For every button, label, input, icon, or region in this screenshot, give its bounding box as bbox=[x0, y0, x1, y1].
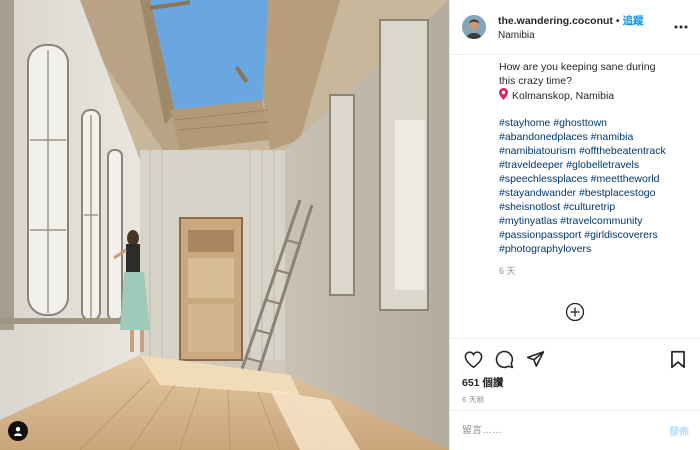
hashtag-link[interactable]: #namibiatourism bbox=[499, 145, 576, 157]
plus-circle-icon bbox=[565, 302, 585, 322]
avatar[interactable] bbox=[462, 15, 486, 39]
hashtag-link[interactable]: #stayandwander bbox=[499, 187, 576, 199]
hashtag-link[interactable]: #abandonedplaces bbox=[499, 131, 588, 143]
hashtag-link[interactable]: #speechlessplaces bbox=[499, 173, 588, 185]
action-row bbox=[462, 348, 689, 370]
post-comment-button[interactable]: 發佈 bbox=[669, 423, 689, 438]
comment-input[interactable] bbox=[462, 425, 669, 436]
hashtag-list: #stayhome #ghosttown #abandonedplaces #na… bbox=[499, 116, 694, 256]
post-actions: 651 個讚 6 天前 bbox=[450, 338, 700, 410]
hashtag-link[interactable]: #traveldeeper bbox=[499, 159, 563, 171]
post-photo[interactable] bbox=[0, 0, 449, 450]
post-timestamp: 6 天前 bbox=[462, 395, 485, 404]
hashtag-line: #sheisnotlost #culturetrip bbox=[499, 200, 694, 214]
hashtag-link[interactable]: #culturetrip bbox=[563, 201, 615, 213]
comment-form: 發佈 bbox=[450, 410, 700, 450]
save-button[interactable] bbox=[667, 348, 689, 370]
caption-time: 6 天 bbox=[499, 266, 516, 276]
hashtag-link[interactable]: #offthebeatentrack bbox=[579, 145, 666, 157]
hashtag-link[interactable]: #travelcommunity bbox=[560, 215, 642, 227]
post-caption: How are you keeping sane during this cra… bbox=[499, 60, 694, 278]
heart-icon bbox=[464, 350, 482, 368]
comment-button[interactable] bbox=[493, 348, 515, 370]
likes-count[interactable]: 651 個讚 bbox=[462, 375, 503, 390]
hashtag-link[interactable]: #sheisnotlost bbox=[499, 201, 560, 213]
dot-separator: • bbox=[615, 14, 620, 27]
hashtag-link[interactable]: #ghosttown bbox=[553, 117, 607, 129]
tagged-users-button[interactable] bbox=[8, 421, 28, 441]
hashtag-link[interactable]: #mytinyatlas bbox=[499, 215, 557, 227]
share-button[interactable] bbox=[524, 348, 546, 370]
hashtag-link[interactable]: #meettheworld bbox=[591, 173, 660, 185]
caption-question: How are you keeping sane during this cra… bbox=[499, 61, 656, 87]
hashtag-link[interactable]: #namibia bbox=[591, 131, 634, 143]
load-more-comments-button[interactable] bbox=[565, 302, 585, 322]
hashtag-link[interactable]: #stayhome bbox=[499, 117, 550, 129]
hashtag-line: #abandonedplaces #namibia bbox=[499, 130, 694, 144]
location-link[interactable]: Namibia bbox=[498, 30, 673, 41]
person-icon bbox=[14, 427, 22, 436]
more-horizontal-icon bbox=[674, 25, 688, 29]
post-side-panel: the.wandering.coconut • 追蹤 Namibia How a… bbox=[449, 0, 700, 450]
hashtag-link[interactable]: #photographylovers bbox=[499, 243, 591, 255]
hashtag-line: #stayandwander #bestplacestogo bbox=[499, 186, 694, 200]
username-link[interactable]: the.wandering.coconut bbox=[498, 15, 613, 27]
share-icon bbox=[526, 351, 544, 367]
hashtag-line: #stayhome #ghosttown bbox=[499, 116, 694, 130]
hashtag-line: #traveldeeper #globelletravels bbox=[499, 158, 694, 172]
abandoned-corridor-image bbox=[0, 0, 449, 450]
caption-location: Kolmanskop, Namibia bbox=[499, 88, 694, 104]
follow-button[interactable]: 追蹤 bbox=[623, 13, 644, 28]
hashtag-link[interactable]: #girldiscoverers bbox=[584, 229, 658, 241]
header-text: the.wandering.coconut • 追蹤 Namibia bbox=[498, 13, 673, 42]
more-options-button[interactable] bbox=[673, 19, 689, 35]
like-button[interactable] bbox=[462, 348, 484, 370]
hashtag-line: #namibiatourism #offthebeatentrack bbox=[499, 144, 694, 158]
bookmark-icon bbox=[671, 350, 685, 368]
hashtag-line: #photographylovers bbox=[499, 242, 694, 256]
hashtag-link[interactable]: #passionpassport bbox=[499, 229, 581, 241]
caption-location-text: Kolmanskop, Namibia bbox=[512, 90, 615, 102]
hashtag-line: #passionpassport #girldiscoverers bbox=[499, 228, 694, 242]
hashtag-link[interactable]: #bestplacestogo bbox=[579, 187, 655, 199]
comment-icon bbox=[495, 350, 513, 368]
post-header: the.wandering.coconut • 追蹤 Namibia bbox=[450, 0, 700, 55]
profile-picture bbox=[462, 15, 486, 39]
pin-icon bbox=[499, 88, 508, 104]
hashtag-link[interactable]: #globelletravels bbox=[566, 159, 639, 171]
hashtag-line: #speechlessplaces #meettheworld bbox=[499, 172, 694, 186]
hashtag-line: #mytinyatlas #travelcommunity bbox=[499, 214, 694, 228]
